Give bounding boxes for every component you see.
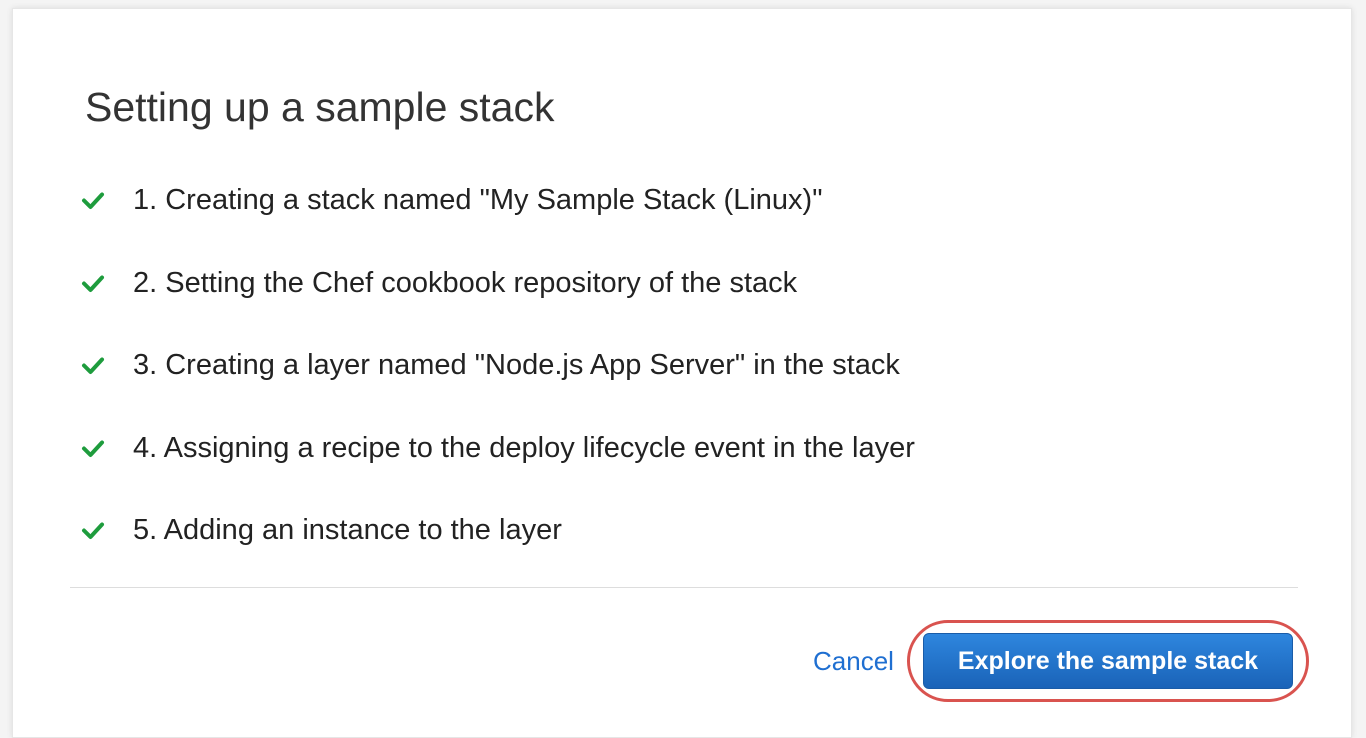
step-label: 1. Creating a stack named "My Sample Sta… [133,184,823,216]
step-item: 2. Setting the Chef cookbook repository … [81,258,915,308]
step-label: 2. Setting the Chef cookbook repository … [133,266,798,299]
check-icon [81,518,105,542]
step-label: 4. Assigning a recipe to the deploy life… [133,431,915,464]
check-icon [81,353,105,377]
step-label: 3. Creating a layer named "Node.js App S… [133,349,900,381]
check-icon [81,436,105,460]
step-item: 5. Adding an instance to the layer [81,505,915,555]
check-icon [81,188,105,212]
check-icon [81,271,105,295]
cancel-link[interactable]: Cancel [813,643,894,679]
step-item: 3. Creating a layer named "Node.js App S… [81,340,915,390]
explore-sample-stack-button[interactable]: Explore the sample stack [923,633,1293,689]
step-item: 4. Assigning a recipe to the deploy life… [81,423,915,473]
footer-divider [70,587,1298,588]
dialog-title: Setting up a sample stack [85,84,555,130]
steps-list: 1. Creating a stack named "My Sample Sta… [81,175,915,588]
step-label: 5. Adding an instance to the layer [133,514,562,546]
step-item: 1. Creating a stack named "My Sample Sta… [81,175,915,225]
setup-dialog: Setting up a sample stack 1. Creating a … [12,8,1352,738]
